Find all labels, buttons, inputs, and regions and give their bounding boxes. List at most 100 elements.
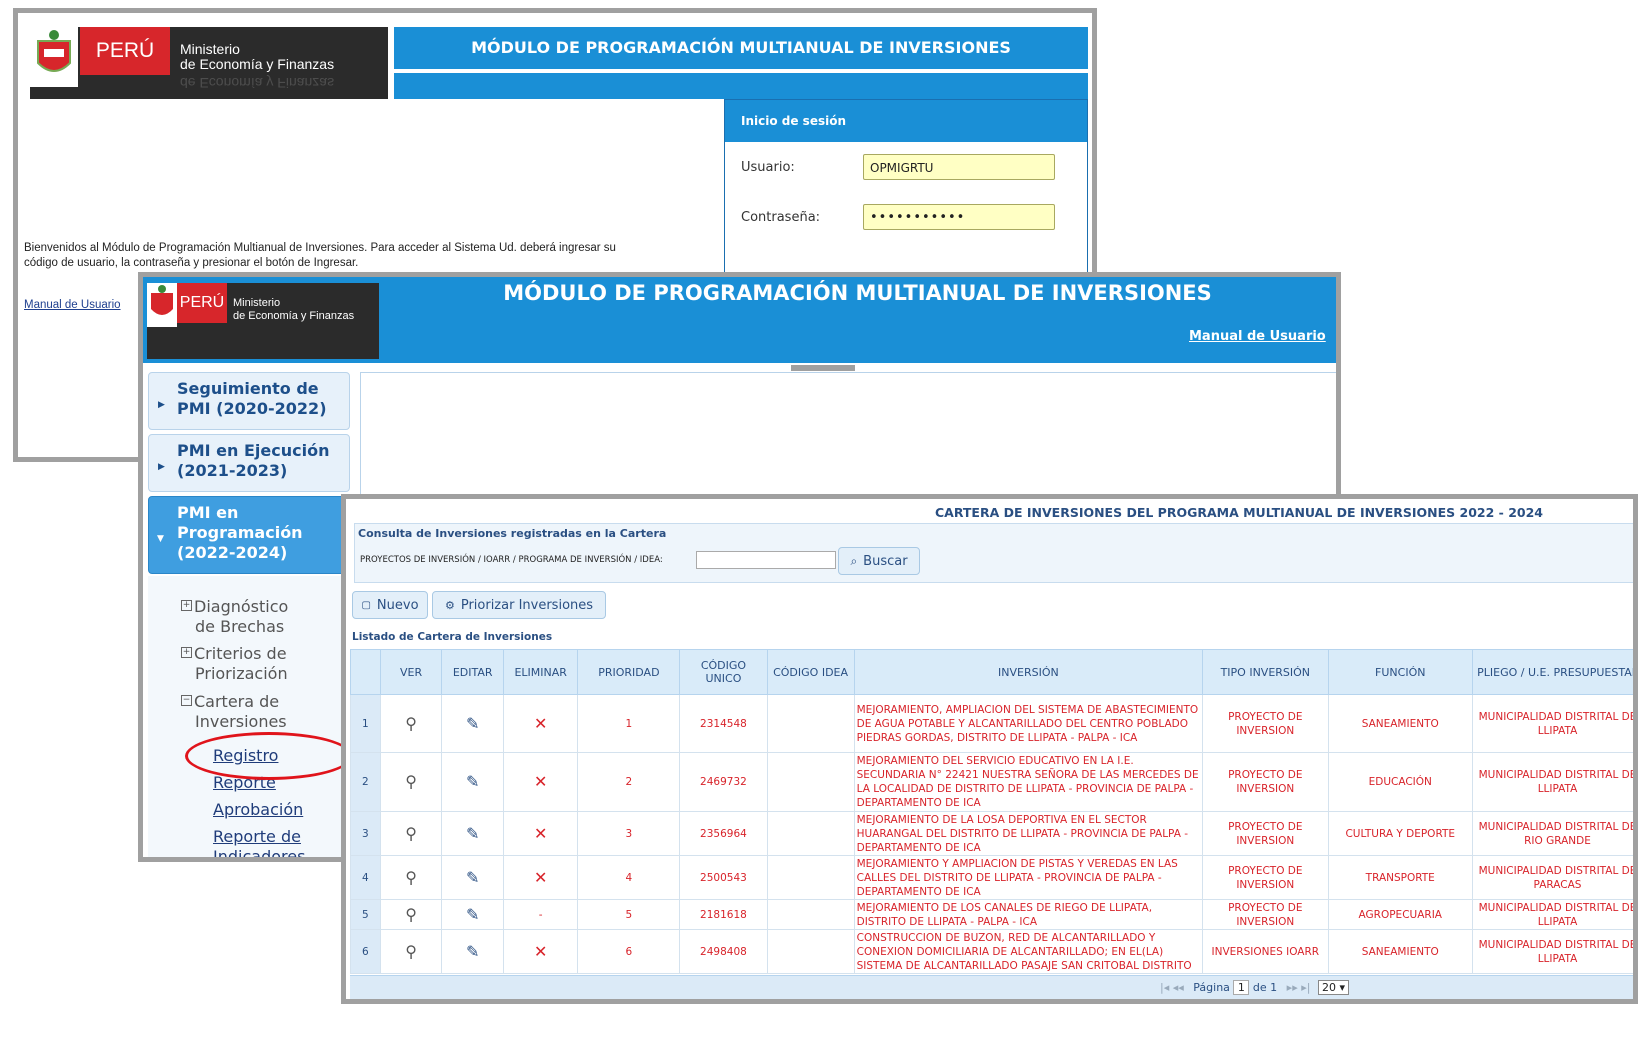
app-mef-logo: PERÚ Ministerio de Economía y Finanzas bbox=[147, 283, 379, 359]
view-search-icon[interactable]: ⚲ bbox=[379, 855, 443, 900]
col-header-funcion[interactable]: FUNCIÓN bbox=[1327, 649, 1473, 695]
password-input[interactable]: ••••••••••• bbox=[863, 204, 1055, 230]
delete-x-icon[interactable]: ✕ bbox=[502, 929, 579, 974]
edit-pencil-icon[interactable]: ✎ bbox=[441, 899, 504, 930]
ministry-line-2: de Economía y Finanzas bbox=[180, 56, 335, 72]
welcome-line-2: código de usuario, la contraseña y presi… bbox=[24, 257, 359, 269]
pliego-cell: MUNICIPALIDAD DISTRITAL DE LLIPATA bbox=[1472, 694, 1633, 753]
edit-pencil-icon[interactable]: ✎ bbox=[441, 929, 504, 974]
search-icon: ⌕ bbox=[850, 553, 858, 568]
nuevo-button[interactable]: ▢ Nuevo bbox=[352, 591, 428, 619]
view-search-icon[interactable]: ⚲ bbox=[379, 694, 443, 753]
search-input[interactable] bbox=[696, 551, 836, 569]
col-header-index bbox=[350, 649, 381, 695]
app-peru-label: PERÚ bbox=[177, 283, 227, 323]
last-page-icon[interactable]: ▸| bbox=[1301, 981, 1310, 994]
menu-seguimiento-label-1: Seguimiento de bbox=[177, 379, 319, 398]
ministry-reflection: de Economía y Finanzas bbox=[180, 75, 335, 91]
row-index: 4 bbox=[350, 855, 381, 900]
tree-diagnostico[interactable]: + Diagnóstico de Brechas bbox=[181, 597, 288, 637]
menu-arrow-icon: ▶ bbox=[158, 400, 165, 410]
de-label: de 1 bbox=[1252, 981, 1278, 994]
col-header-ver[interactable]: VER bbox=[379, 649, 443, 695]
col-header-prioridad[interactable]: PRIORIDAD bbox=[577, 649, 681, 695]
edit-pencil-icon[interactable]: ✎ bbox=[441, 811, 504, 856]
prioridad-cell: 6 bbox=[577, 929, 681, 974]
cartera-table-wrap: VER EDITAR ELIMINAR PRIORIDAD CÓDIGO UNI… bbox=[350, 649, 1633, 974]
col-header-pliego[interactable]: PLIEGO / U.E. PRESUPUESTAL bbox=[1472, 649, 1633, 695]
col-header-inversion[interactable]: INVERSIÓN bbox=[853, 649, 1204, 695]
edit-pencil-icon[interactable]: ✎ bbox=[441, 855, 504, 900]
inversion-cell: MEJORAMIENTO DE LOS CANALES DE RIEGO DE … bbox=[853, 899, 1204, 930]
inversion-cell: CONSTRUCCION DE BUZON, RED DE ALCANTARIL… bbox=[853, 929, 1204, 974]
prioridad-cell: 1 bbox=[577, 694, 681, 753]
col-header-editar[interactable]: EDITAR bbox=[441, 649, 504, 695]
first-page-icon[interactable]: |◂ bbox=[1160, 981, 1169, 994]
prev-page-icon[interactable]: ◂◂ bbox=[1173, 981, 1184, 994]
per-page-value: 20 bbox=[1321, 981, 1336, 994]
codigo-unico-cell: 2469732 bbox=[679, 752, 768, 812]
menu-programacion-label-3: (2022-2024) bbox=[177, 543, 288, 562]
prioridad-cell: 3 bbox=[577, 811, 681, 856]
edit-pencil-icon[interactable]: ✎ bbox=[441, 752, 504, 812]
per-page-select[interactable]: 20 ▾ bbox=[1317, 980, 1349, 995]
page-input[interactable]: 1 bbox=[1233, 980, 1250, 995]
view-search-icon[interactable]: ⚲ bbox=[379, 811, 443, 856]
funcion-cell: AGROPECUARIA bbox=[1327, 899, 1473, 930]
view-search-icon[interactable]: ⚲ bbox=[379, 929, 443, 974]
col-header-codigo-unico[interactable]: CÓDIGO UNICO bbox=[679, 649, 768, 695]
view-search-icon[interactable]: ⚲ bbox=[379, 752, 443, 812]
welcome-line-1: Bienvenidos al Módulo de Programación Mu… bbox=[24, 242, 616, 254]
funcion-cell: SANEAMIENTO bbox=[1327, 929, 1473, 974]
list-label: Listado de Cartera de Inversiones bbox=[352, 631, 553, 643]
table-row: 5 ⚲ ✎ - 5 2181618 MEJORAMIENTO DE LOS CA… bbox=[350, 899, 1633, 930]
menu-seguimiento[interactable]: ▶ Seguimiento de PMI (2020-2022) bbox=[148, 372, 350, 430]
login-manual-link[interactable]: Manual de Usuario bbox=[24, 299, 121, 311]
collapse-minus-icon[interactable]: − bbox=[181, 695, 192, 706]
menu-ejecucion-label-1: PMI en Ejecución bbox=[177, 441, 330, 460]
col-header-eliminar[interactable]: ELIMINAR bbox=[502, 649, 579, 695]
buscar-button[interactable]: ⌕ Buscar bbox=[838, 547, 920, 575]
col-header-codigo-idea[interactable]: CÓDIGO IDEA bbox=[766, 649, 855, 695]
rep-ind-line-2: Indicadores bbox=[213, 847, 306, 862]
delete-disabled: - bbox=[502, 899, 579, 930]
col-header-tipo[interactable]: TIPO INVERSIÓN bbox=[1202, 649, 1329, 695]
inversion-cell: MEJORAMIENTO DEL SERVICIO EDUCATIVO EN L… bbox=[853, 752, 1204, 812]
tipo-cell: PROYECTO DE INVERSION bbox=[1202, 855, 1329, 900]
delete-x-icon[interactable]: ✕ bbox=[502, 752, 579, 812]
priorizar-button[interactable]: ⚙ Priorizar Inversiones bbox=[432, 591, 606, 619]
row-index: 2 bbox=[350, 752, 381, 812]
expand-plus-icon[interactable]: + bbox=[181, 647, 192, 658]
menu-programacion[interactable]: ▼ PMI en Programación (2022-2024) bbox=[148, 496, 350, 574]
row-index: 1 bbox=[350, 694, 381, 753]
pliego-cell: MUNICIPALIDAD DISTRITAL DE PARACAS bbox=[1472, 855, 1633, 900]
tree-aprobacion-link[interactable]: Aprobación bbox=[213, 800, 303, 819]
delete-x-icon[interactable]: ✕ bbox=[502, 855, 579, 900]
tree-cartera[interactable]: − Cartera de Inversiones bbox=[181, 692, 287, 732]
app-ministry-line-1: Ministerio bbox=[233, 297, 281, 309]
next-page-icon[interactable]: ▸▸ bbox=[1287, 981, 1298, 994]
table-row: 4 ⚲ ✎ ✕ 4 2500543 MEJORAMIENTO Y AMPLIAC… bbox=[350, 855, 1633, 900]
splitter-handle[interactable] bbox=[791, 365, 855, 371]
codigo-unico-cell: 2314548 bbox=[679, 694, 768, 753]
menu-ejecucion[interactable]: ▶ PMI en Ejecución (2021-2023) bbox=[148, 434, 350, 492]
codigo-idea-cell bbox=[766, 855, 855, 900]
delete-x-icon[interactable]: ✕ bbox=[502, 694, 579, 753]
cartera-table: VER EDITAR ELIMINAR PRIORIDAD CÓDIGO UNI… bbox=[350, 649, 1633, 974]
login-panel: Inicio de sesión Usuario: OPMIGRTU Contr… bbox=[724, 99, 1088, 301]
ministry-line-1: Ministerio bbox=[180, 41, 240, 57]
view-search-icon[interactable]: ⚲ bbox=[379, 899, 443, 930]
row-index: 5 bbox=[350, 899, 381, 930]
chevron-down-icon: ▾ bbox=[1339, 981, 1345, 994]
user-input[interactable]: OPMIGRTU bbox=[863, 154, 1055, 180]
new-doc-icon: ▢ bbox=[361, 599, 371, 611]
app-manual-link[interactable]: Manual de Usuario bbox=[1189, 329, 1326, 344]
delete-x-icon[interactable]: ✕ bbox=[502, 811, 579, 856]
pliego-cell: MUNICIPALIDAD DISTRITAL DE LLIPATA bbox=[1472, 752, 1633, 812]
funcion-cell: TRANSPORTE bbox=[1327, 855, 1473, 900]
expand-plus-icon[interactable]: + bbox=[181, 600, 192, 611]
peru-label: PERÚ bbox=[80, 27, 170, 75]
tree-criterios[interactable]: + Criterios de Priorización bbox=[181, 644, 288, 684]
edit-pencil-icon[interactable]: ✎ bbox=[441, 694, 504, 753]
tree-reporte-indicadores-link[interactable]: Reporte de Indicadores bbox=[213, 827, 306, 862]
